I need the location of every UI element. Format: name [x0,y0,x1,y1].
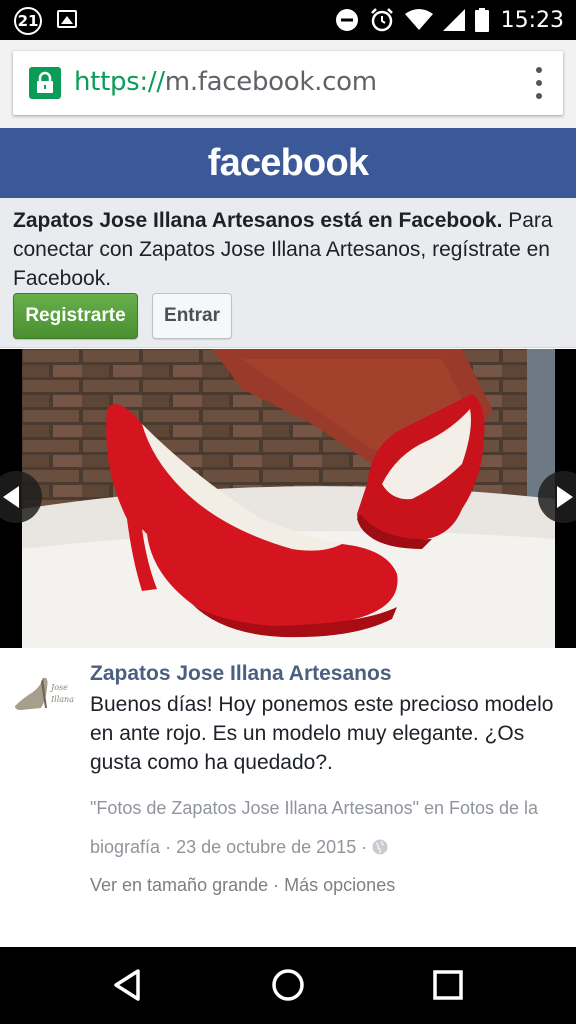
url-scheme: https:// [74,67,165,97]
post-actions: Ver en tamaño grande · Más opciones [90,871,570,899]
svg-text:Illana: Illana [50,695,74,704]
album-link[interactable]: "Fotos de Zapatos Jose Illana Artesanos" [90,798,419,818]
photo-viewer [0,349,576,648]
home-icon[interactable] [266,965,310,1005]
post-author[interactable]: Zapatos Jose Illana Artesanos [90,660,570,688]
alarm-icon [370,8,393,32]
meta-separator: · [160,837,177,857]
login-button[interactable]: Entrar [152,293,232,339]
address-bar[interactable]: https://m.facebook.com [13,51,563,115]
url-host: m.facebook.com [164,67,377,97]
lock-icon [29,67,61,99]
signup-message: Zapatos Jose Illana Artesanos está en Fa… [13,206,568,293]
back-icon[interactable] [106,965,150,1005]
facebook-header: facebook [0,128,576,198]
actions-separator: · [268,875,285,895]
browser-toolbar: https://m.facebook.com [0,40,576,128]
page-presence-text: Zapatos Jose Illana Artesanos está en Fa… [13,209,503,232]
facebook-logo[interactable]: facebook [208,142,369,185]
post-body: Zapatos Jose Illana Artesanos Buenos día… [90,660,570,899]
meta-separator: · [356,837,373,857]
page-avatar[interactable]: Jose Illana [13,668,77,718]
post-date[interactable]: 23 de octubre de 2015 [176,837,356,857]
post-photo[interactable] [22,349,555,648]
signup-banner: Zapatos Jose Illana Artesanos está en Fa… [0,198,576,348]
wifi-icon [404,9,433,30]
post-meta: "Fotos de Zapatos Jose Illana Artesanos"… [90,789,570,867]
status-bar: 21 15:23 [0,0,576,40]
post: Jose Illana Zapatos Jose Illana Artesano… [0,648,576,947]
url-text[interactable]: https://m.facebook.com [74,67,377,97]
battery-icon [474,8,489,32]
notification-count-icon: 21 [14,7,42,35]
gallery-icon [57,10,77,28]
cell-signal-icon [442,9,465,31]
register-button[interactable]: Registrarte [13,293,138,339]
navigation-bar [0,947,576,1024]
more-options-link[interactable]: Más opciones [284,875,395,895]
view-full-size-link[interactable]: Ver en tamaño grande [90,875,268,895]
do-not-disturb-icon [335,9,358,31]
post-text: Buenos días! Hoy ponemos este precioso m… [90,693,554,774]
clock: 15:23 [500,7,564,33]
in-text: en [418,798,449,818]
notification-count: 21 [17,12,39,30]
overflow-menu-icon[interactable] [533,67,545,99]
recents-icon[interactable] [426,965,470,1005]
globe-icon [372,839,388,855]
svg-text:Jose: Jose [49,683,68,692]
